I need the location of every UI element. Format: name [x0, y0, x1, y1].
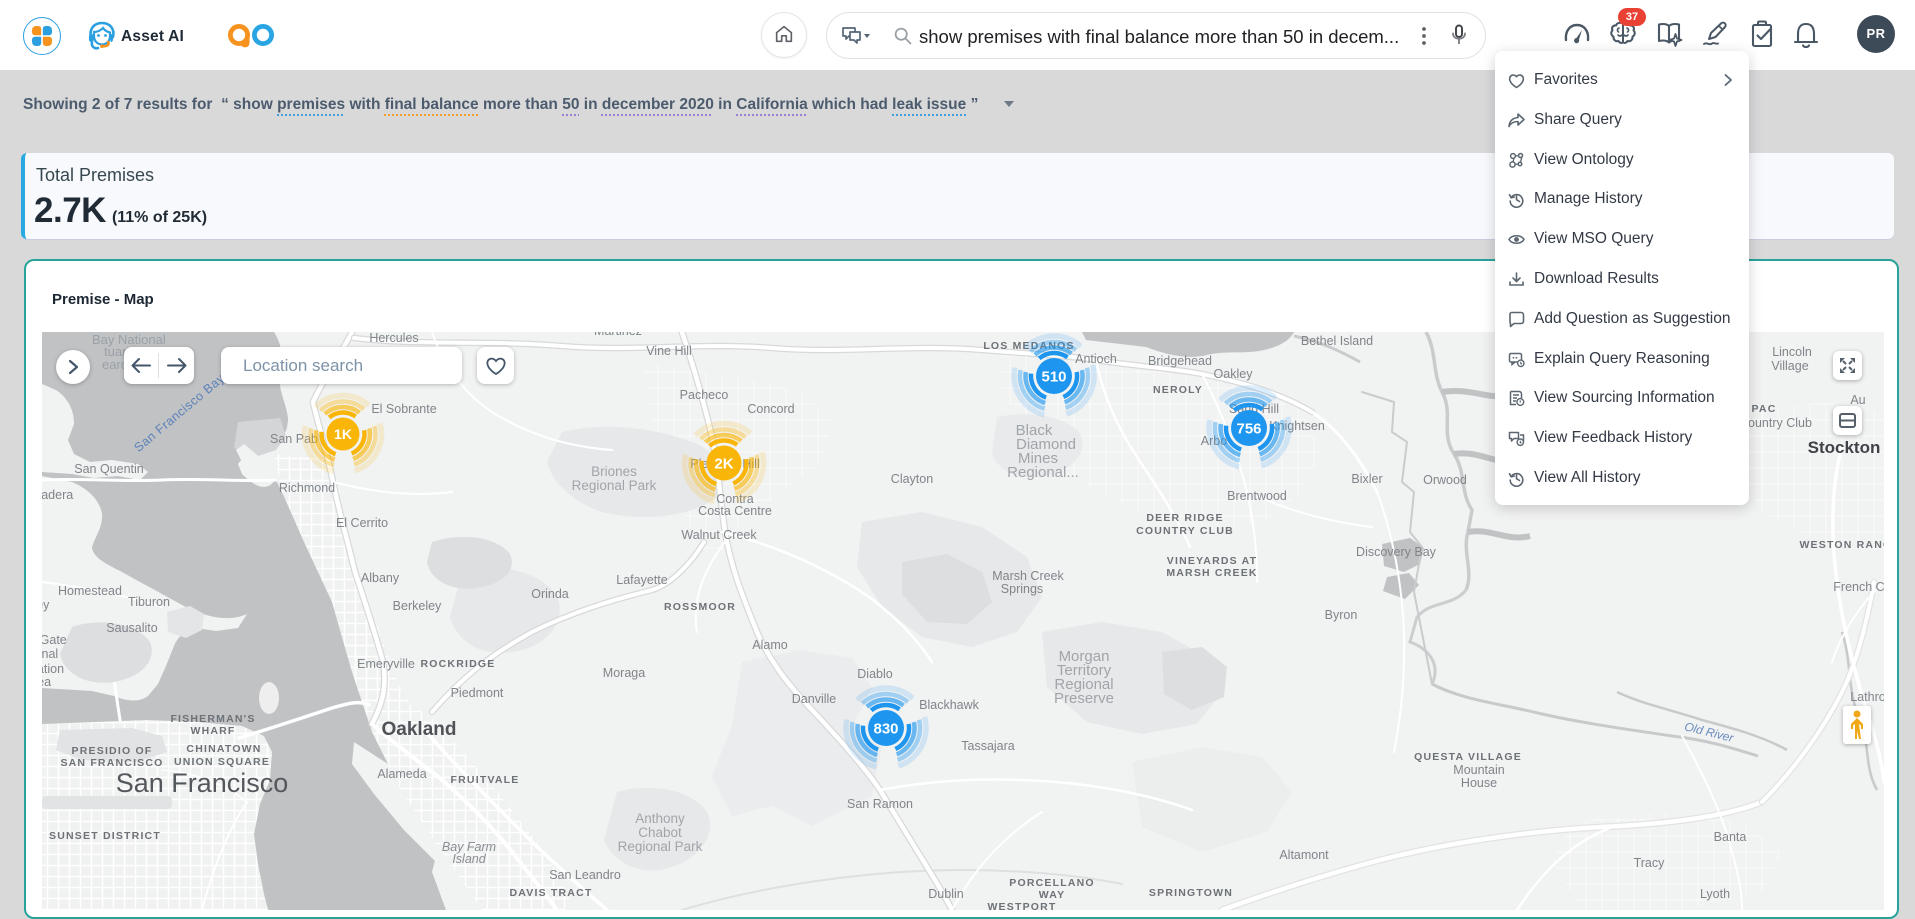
- svg-text:Alameda: Alameda: [377, 767, 426, 781]
- svg-text:San Ramon: San Ramon: [847, 797, 913, 811]
- svg-text:QUESTA VILLAGE: QUESTA VILLAGE: [1414, 751, 1522, 763]
- svg-text:COUNTRY CLUB: COUNTRY CLUB: [1136, 525, 1234, 537]
- svg-text:DEER RIDGE: DEER RIDGE: [1146, 512, 1223, 524]
- svg-text:El Cerrito: El Cerrito: [336, 516, 388, 530]
- svg-text:Lafayette: Lafayette: [616, 573, 667, 587]
- svg-text:Antioch: Antioch: [1075, 352, 1117, 366]
- svg-text:Preserve: Preserve: [1054, 690, 1114, 707]
- svg-text:Stockton: Stockton: [1808, 438, 1881, 457]
- svg-text:ional: ional: [42, 647, 58, 661]
- svg-text:PRESIDIO OF: PRESIDIO OF: [72, 745, 153, 757]
- svg-text:Bridgehead: Bridgehead: [1148, 354, 1212, 368]
- svg-text:2K: 2K: [714, 455, 733, 472]
- svg-text:Chabot: Chabot: [638, 825, 682, 840]
- svg-text:Diablo: Diablo: [857, 667, 892, 681]
- svg-text:El Sobrante: El Sobrante: [371, 402, 436, 416]
- svg-text:WAY: WAY: [1039, 889, 1066, 901]
- svg-text:eation: eation: [42, 662, 64, 676]
- svg-text:SAN FRANCISCO: SAN FRANCISCO: [60, 757, 163, 769]
- svg-text:Briones: Briones: [591, 464, 637, 479]
- svg-text:756: 756: [1236, 420, 1261, 437]
- svg-text:ROCKRIDGE: ROCKRIDGE: [421, 658, 496, 670]
- svg-text:PORCELLANO: PORCELLANO: [1009, 877, 1095, 889]
- svg-text:Au: Au: [1850, 393, 1865, 407]
- svg-text:Tracy: Tracy: [1634, 856, 1666, 870]
- svg-text:WESTPORT: WESTPORT: [987, 901, 1056, 910]
- svg-text:Dublin: Dublin: [928, 887, 963, 901]
- svg-text:510: 510: [1041, 368, 1066, 385]
- svg-text:MARSH CREEK: MARSH CREEK: [1166, 567, 1257, 579]
- svg-text:Lathro: Lathro: [1850, 690, 1884, 704]
- svg-text:Clayton: Clayton: [891, 472, 933, 486]
- svg-text:n Gate: n Gate: [42, 633, 67, 647]
- svg-text:Mountain: Mountain: [1453, 763, 1504, 777]
- svg-text:FISHERMAN'S: FISHERMAN'S: [170, 713, 255, 725]
- svg-text:830: 830: [873, 720, 898, 737]
- svg-text:San Quentin: San Quentin: [74, 462, 144, 476]
- svg-text:Lyoth: Lyoth: [1700, 887, 1730, 901]
- svg-text:Sausalito: Sausalito: [106, 621, 157, 635]
- svg-text:Anthony: Anthony: [635, 811, 685, 826]
- svg-text:Richmond: Richmond: [279, 481, 335, 495]
- svg-text:Bixler: Bixler: [1351, 472, 1382, 486]
- svg-text:1K: 1K: [334, 426, 352, 442]
- svg-text:NEROLY: NEROLY: [1153, 384, 1203, 396]
- svg-text:FRUITVALE: FRUITVALE: [451, 774, 520, 786]
- svg-text:rea: rea: [42, 675, 51, 689]
- svg-text:Albany: Albany: [361, 571, 400, 585]
- svg-text:Byron: Byron: [1325, 608, 1358, 622]
- svg-text:Walnut Creek: Walnut Creek: [681, 528, 757, 542]
- svg-text:Springs: Springs: [1001, 582, 1043, 596]
- svg-text:Discovery Bay: Discovery Bay: [1356, 545, 1437, 559]
- svg-text:Vine Hill: Vine Hill: [646, 344, 692, 358]
- svg-text:Madera: Madera: [42, 488, 73, 502]
- svg-text:Danville: Danville: [792, 692, 837, 706]
- svg-text:Marsh Creek: Marsh Creek: [992, 569, 1064, 583]
- svg-text:Island: Island: [452, 852, 486, 866]
- svg-text:French C: French C: [1833, 580, 1884, 594]
- svg-text:Regional Park: Regional Park: [572, 478, 657, 493]
- svg-text:Pacheco: Pacheco: [680, 388, 729, 402]
- svg-text:Bethel Island: Bethel Island: [1301, 334, 1373, 348]
- svg-text:lley: lley: [42, 598, 50, 612]
- svg-text:Martinez: Martinez: [594, 332, 642, 338]
- svg-text:Orwood: Orwood: [1423, 473, 1467, 487]
- svg-text:Moraga: Moraga: [603, 666, 645, 680]
- svg-text:VINEYARDS AT: VINEYARDS AT: [1167, 555, 1257, 567]
- svg-text:CHINATOWN: CHINATOWN: [186, 743, 261, 755]
- svg-text:PAC: PAC: [1752, 403, 1777, 415]
- svg-text:SUNSET DISTRICT: SUNSET DISTRICT: [49, 830, 161, 842]
- svg-text:WHARF: WHARF: [190, 725, 235, 737]
- svg-text:SPRINGTOWN: SPRINGTOWN: [1149, 887, 1233, 899]
- svg-text:DAVIS TRACT: DAVIS TRACT: [509, 887, 592, 899]
- svg-text:Regional Park: Regional Park: [618, 839, 703, 854]
- svg-text:Piedmont: Piedmont: [451, 686, 504, 700]
- svg-text:Altamont: Altamont: [1279, 848, 1329, 862]
- svg-text:Berkeley: Berkeley: [393, 599, 442, 613]
- svg-text:Regional...: Regional...: [1007, 464, 1079, 481]
- svg-text:Tiburon: Tiburon: [128, 595, 170, 609]
- svg-text:San Leandro: San Leandro: [549, 868, 621, 882]
- svg-text:Hercules: Hercules: [369, 332, 418, 345]
- svg-text:Blackhawk: Blackhawk: [919, 698, 979, 712]
- svg-text:Oakland: Oakland: [382, 719, 457, 740]
- svg-text:Village: Village: [1771, 359, 1808, 373]
- svg-text:San Francisco: San Francisco: [116, 768, 289, 798]
- svg-text:Tassajara: Tassajara: [961, 739, 1015, 753]
- svg-text:ROSSMOOR: ROSSMOOR: [664, 601, 736, 613]
- svg-text:Banta: Banta: [1714, 830, 1747, 844]
- svg-text:House: House: [1461, 776, 1497, 790]
- svg-text:ountry Club: ountry Club: [1748, 416, 1812, 430]
- svg-text:UNION SQUARE: UNION SQUARE: [174, 756, 270, 768]
- svg-text:Homestead: Homestead: [58, 584, 122, 598]
- svg-text:Alamo: Alamo: [752, 638, 787, 652]
- svg-text:Oakley: Oakley: [1214, 367, 1254, 381]
- svg-text:Concord: Concord: [747, 402, 794, 416]
- svg-text:Lincoln: Lincoln: [1772, 345, 1812, 359]
- svg-text:Brentwood: Brentwood: [1227, 489, 1287, 503]
- svg-text:WESTON RANCH: WESTON RANCH: [1799, 539, 1884, 551]
- svg-text:Orinda: Orinda: [531, 587, 569, 601]
- svg-text:Costa Centre: Costa Centre: [698, 504, 772, 518]
- svg-text:Emeryville: Emeryville: [357, 657, 415, 671]
